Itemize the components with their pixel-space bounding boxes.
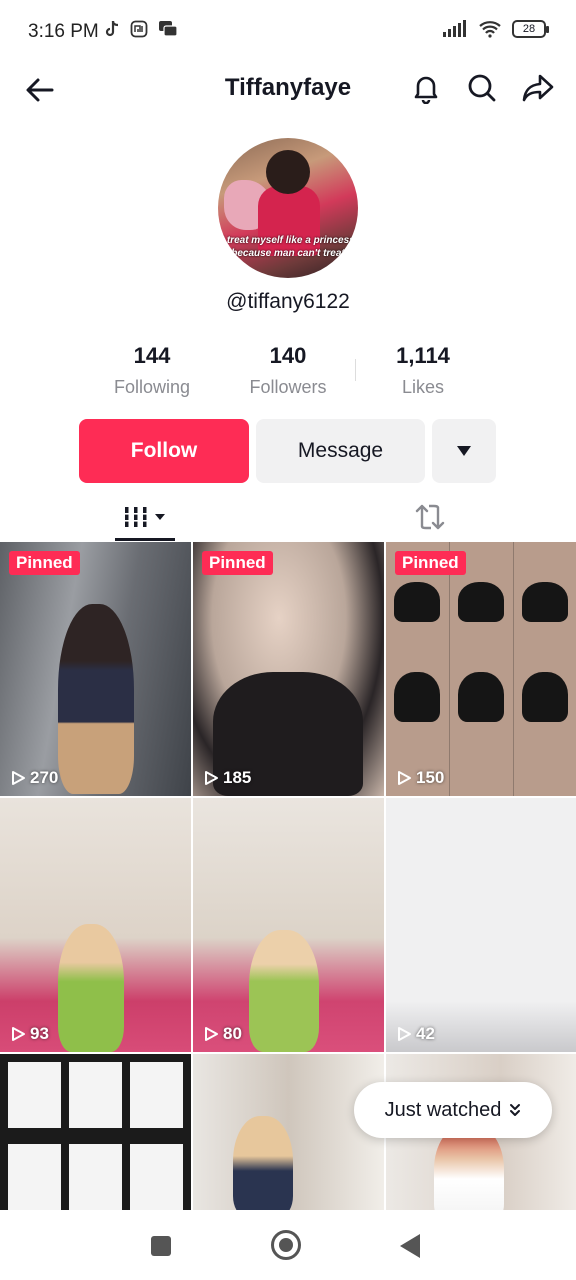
play-icon xyxy=(205,771,218,785)
status-bar: 3:16 PM 28 xyxy=(0,0,576,64)
tiktok-notification-icon xyxy=(105,20,119,37)
video-tile[interactable]: Pinned 185 xyxy=(193,542,384,796)
tab-reposts[interactable] xyxy=(400,493,460,541)
video-tile[interactable]: 80 xyxy=(193,798,384,1052)
profile-header: Tiffanyfaye xyxy=(0,64,576,114)
video-subject xyxy=(522,672,568,722)
view-count-value: 270 xyxy=(30,768,59,787)
view-count-value: 93 xyxy=(30,1024,49,1043)
view-count: 185 xyxy=(203,768,251,788)
stat-value: 144 xyxy=(133,343,171,368)
more-options-button[interactable] xyxy=(432,419,496,483)
stat-value: 140 xyxy=(269,343,307,368)
video-tile[interactable]: Pinned 150 xyxy=(386,542,576,796)
pinned-badge: Pinned xyxy=(202,551,273,575)
chevron-down-icon xyxy=(155,514,165,520)
stat-label: Likes xyxy=(401,377,445,397)
play-icon xyxy=(12,771,25,785)
video-tile[interactable]: 42 xyxy=(386,798,576,1052)
video-subject xyxy=(394,672,440,722)
dropdown-icon xyxy=(457,446,471,456)
video-thumbnail xyxy=(8,1062,183,1210)
play-icon xyxy=(12,1027,25,1041)
view-count-value: 80 xyxy=(223,1024,242,1043)
avatar-head xyxy=(266,150,310,194)
recent-apps-icon[interactable] xyxy=(151,1236,171,1256)
stat-label: Following xyxy=(113,377,191,397)
play-icon xyxy=(398,1027,411,1041)
status-time: 3:16 PM xyxy=(28,21,99,42)
just-watched-label: Just watched xyxy=(384,1098,502,1121)
chat-notification-icon xyxy=(159,21,178,37)
status-notification-icons xyxy=(104,20,178,38)
message-button[interactable]: Message xyxy=(256,419,425,483)
bell-icon[interactable] xyxy=(408,70,444,106)
stat-followers[interactable]: 140 Followers xyxy=(218,343,358,398)
content-tabs xyxy=(0,493,576,541)
video-subject xyxy=(58,604,134,794)
video-subject xyxy=(522,582,568,622)
view-count: 80 xyxy=(203,1024,242,1044)
video-subject xyxy=(249,930,319,1052)
tab-active-indicator xyxy=(115,538,175,541)
video-subject xyxy=(458,672,504,722)
just-watched-button[interactable]: Just watched xyxy=(354,1082,552,1138)
search-icon[interactable] xyxy=(464,70,500,106)
video-tile[interactable] xyxy=(0,1054,191,1210)
mi-notification-icon xyxy=(130,20,148,38)
signal-icon xyxy=(443,20,466,37)
view-count: 270 xyxy=(10,768,58,788)
video-tile[interactable]: 93 xyxy=(0,798,191,1052)
avatar[interactable]: I treat myself like a princess because m… xyxy=(218,138,358,278)
header-actions xyxy=(408,70,556,106)
double-chevron-down-icon xyxy=(510,1104,521,1116)
username: @tiffany6122 xyxy=(226,290,350,313)
pinned-badge: Pinned xyxy=(395,551,466,575)
pinned-badge: Pinned xyxy=(9,551,80,575)
video-subject xyxy=(458,582,504,622)
video-subject xyxy=(394,582,440,622)
stat-label: Followers xyxy=(249,377,327,397)
follow-button[interactable]: Follow xyxy=(79,419,249,483)
repost-icon xyxy=(415,504,445,530)
view-count: 93 xyxy=(10,1024,49,1044)
status-system-icons: 28 xyxy=(442,20,549,38)
profile-stats: 144 Following 140 Followers 1,114 Likes xyxy=(0,343,576,403)
share-icon[interactable] xyxy=(520,70,556,106)
video-tile[interactable] xyxy=(193,1054,384,1210)
view-count-value: 185 xyxy=(223,768,252,787)
view-count: 42 xyxy=(396,1024,435,1044)
avatar-caption: I treat myself like a princess because m… xyxy=(221,235,355,259)
stat-following[interactable]: 144 Following xyxy=(82,343,222,398)
video-subject xyxy=(58,924,124,1052)
play-icon xyxy=(205,1027,218,1041)
battery-icon: 28 xyxy=(512,20,549,38)
stat-value: 1,114 xyxy=(396,343,450,368)
video-tile[interactable]: Pinned 270 xyxy=(0,542,191,796)
video-subject xyxy=(233,1116,293,1210)
view-count-value: 42 xyxy=(416,1024,435,1043)
view-count-value: 150 xyxy=(416,768,445,787)
view-count: 150 xyxy=(396,768,444,788)
grid-icon xyxy=(124,507,148,527)
back-icon[interactable] xyxy=(400,1234,420,1258)
home-icon[interactable] xyxy=(271,1230,301,1260)
play-icon xyxy=(398,771,411,785)
wifi-icon xyxy=(479,21,501,38)
system-nav-bar xyxy=(0,1210,576,1280)
tab-videos[interactable] xyxy=(115,493,175,541)
stat-likes[interactable]: 1,114 Likes xyxy=(353,343,493,398)
